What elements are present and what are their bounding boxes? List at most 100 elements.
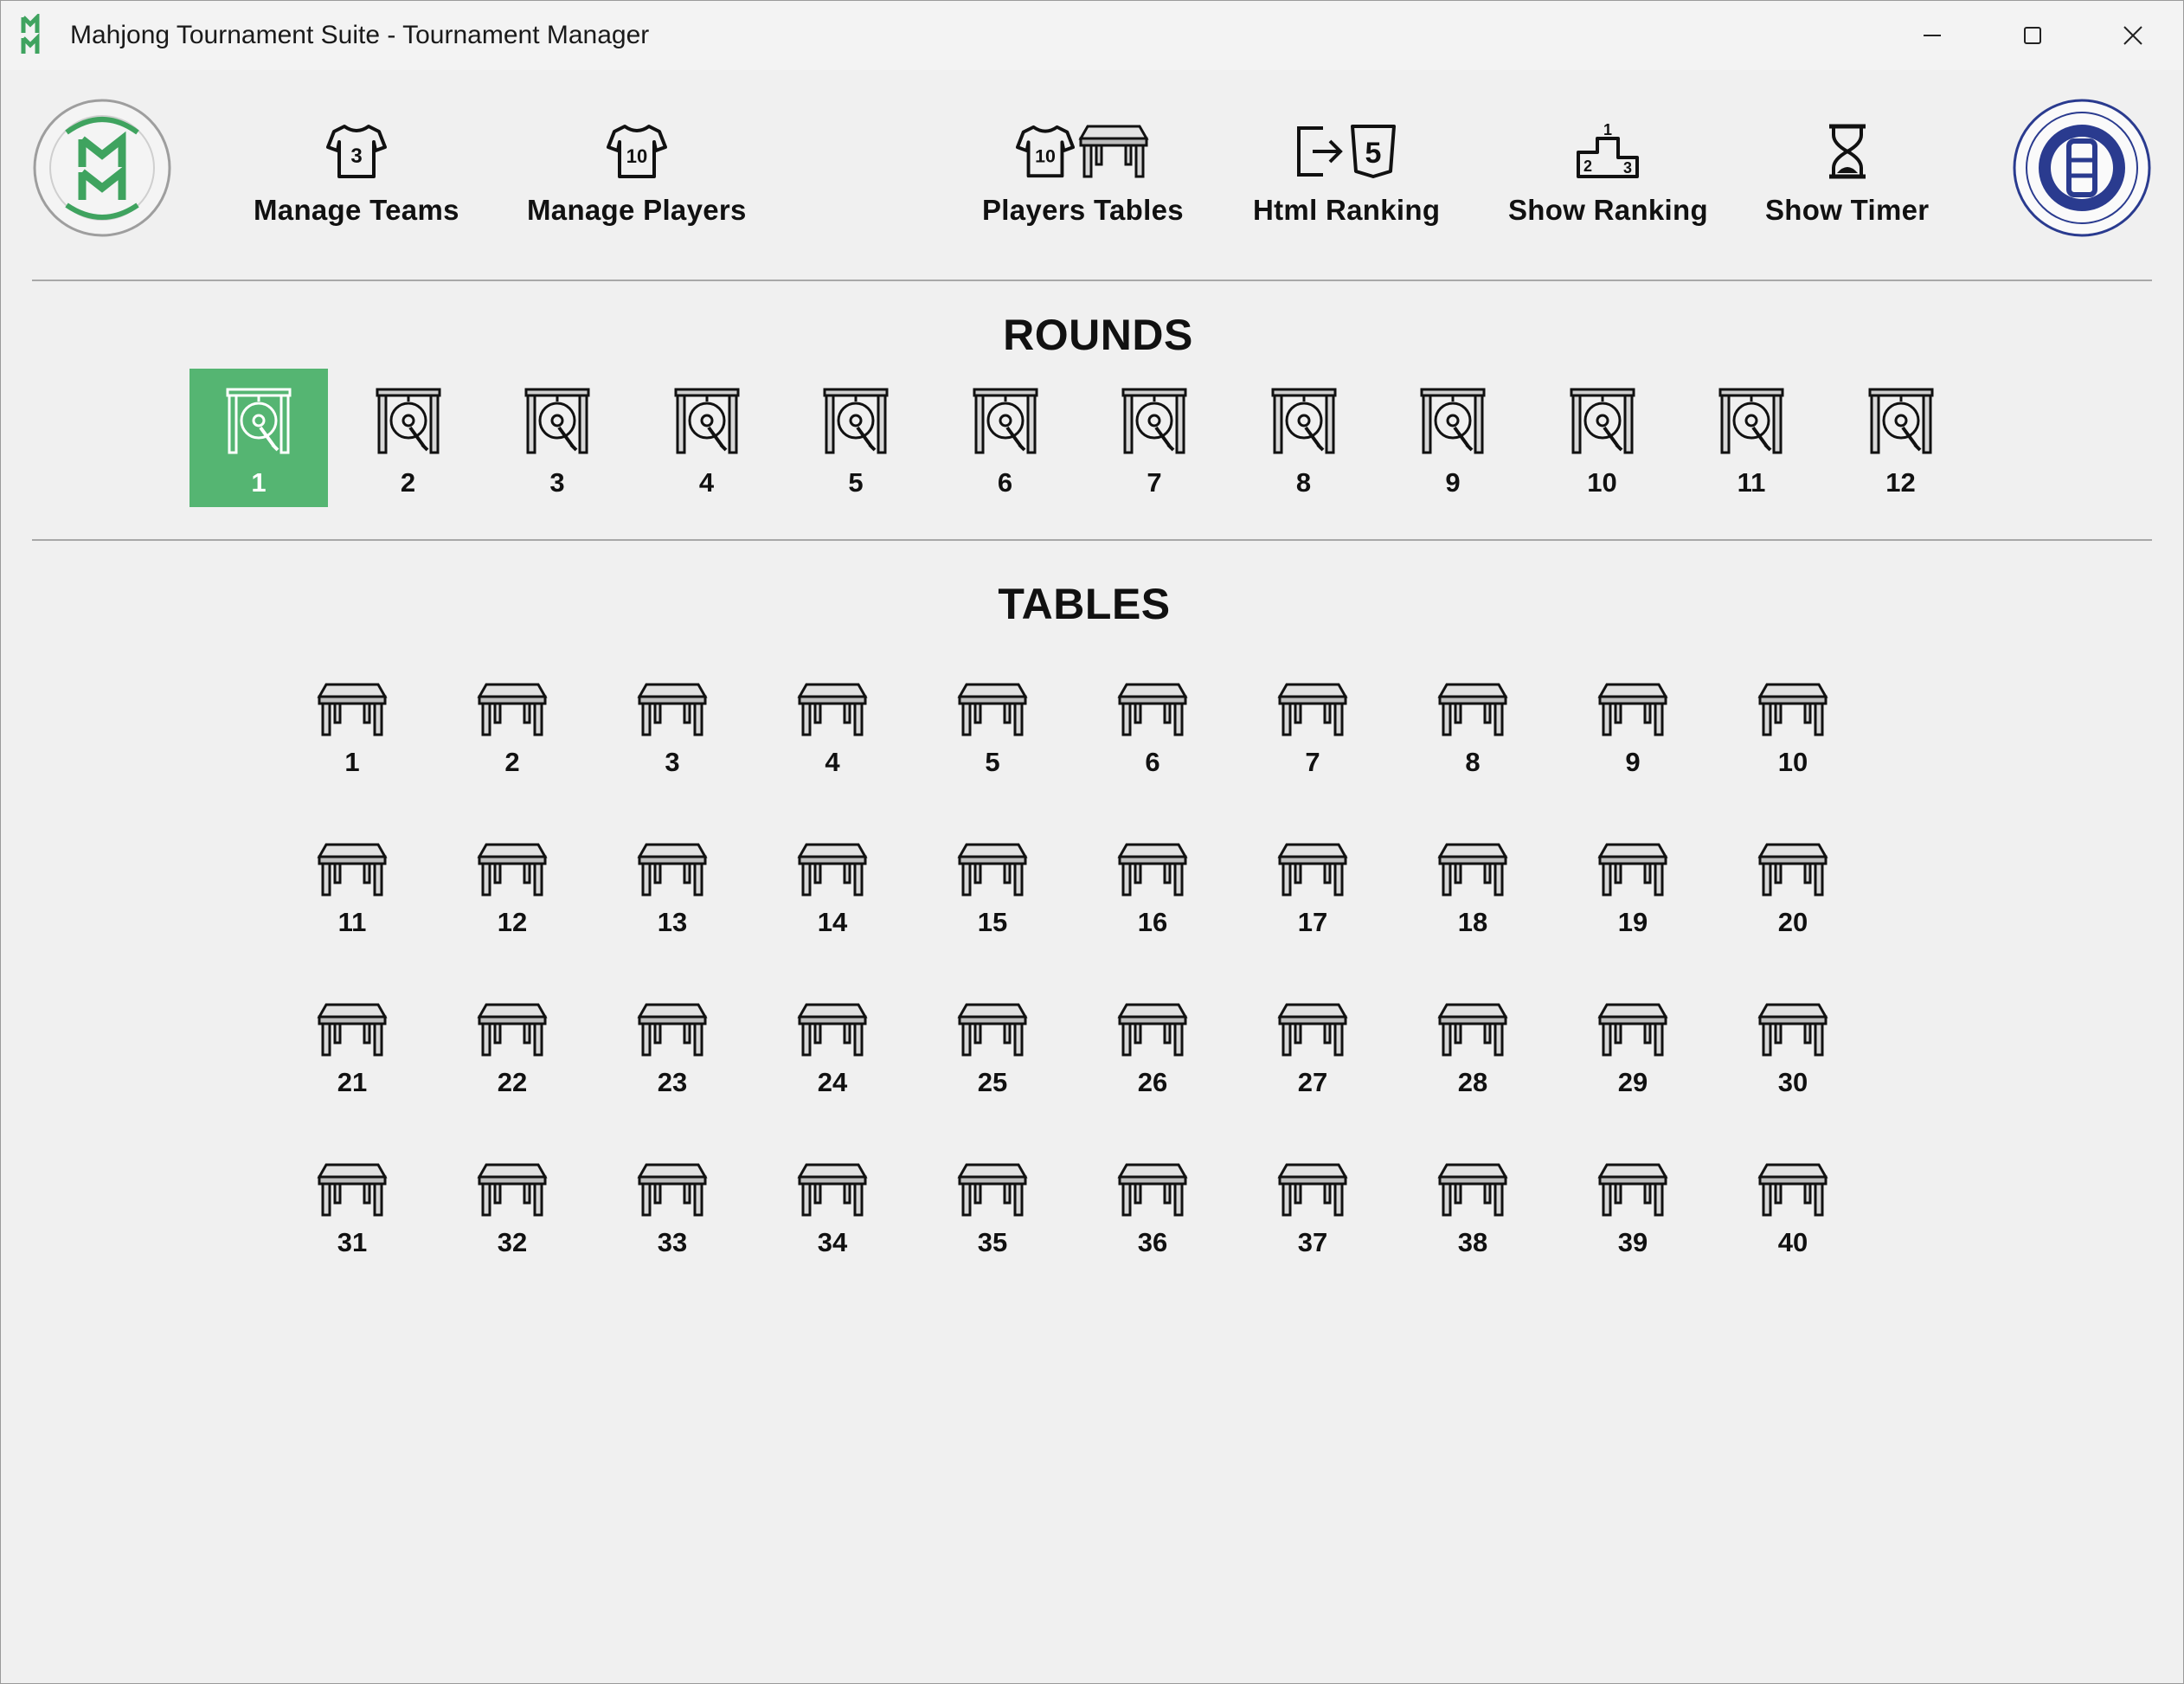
round-7-button[interactable]: 7 xyxy=(1085,369,1224,507)
round-11-button[interactable]: 11 xyxy=(1682,369,1821,507)
table-16-button[interactable]: 16 xyxy=(1083,841,1222,938)
table-40-button[interactable]: 40 xyxy=(1724,1161,1862,1258)
round-10-button[interactable]: 10 xyxy=(1533,369,1672,507)
table-17-button[interactable]: 17 xyxy=(1243,841,1382,938)
table-23-button[interactable]: 23 xyxy=(603,1001,742,1098)
table-34-button[interactable]: 34 xyxy=(763,1161,902,1258)
table-icon xyxy=(637,1163,708,1217)
table-icon xyxy=(1757,1003,1828,1057)
table-11-button[interactable]: 11 xyxy=(283,841,421,938)
table-label: 20 xyxy=(1777,907,1808,937)
round-3-button[interactable]: 3 xyxy=(488,369,626,507)
table-label: 32 xyxy=(497,1227,528,1257)
svg-text:3: 3 xyxy=(1623,159,1632,177)
table-label: 3 xyxy=(665,747,680,777)
round-1-button[interactable]: 1 xyxy=(189,369,328,507)
round-9-button[interactable]: 9 xyxy=(1384,369,1522,507)
table-29-button[interactable]: 29 xyxy=(1564,1001,1702,1098)
table-icon xyxy=(1078,125,1150,178)
round-2-button[interactable]: 2 xyxy=(339,369,478,507)
players-tables-label: Players Tables xyxy=(982,194,1184,226)
table-icon xyxy=(957,843,1028,897)
table-8-button[interactable]: 8 xyxy=(1404,681,1542,778)
table-icon xyxy=(1437,843,1508,897)
manage-players-button[interactable]: 10 Manage Players xyxy=(527,118,747,227)
table-icon xyxy=(797,843,868,897)
table-24-button[interactable]: 24 xyxy=(763,1001,902,1098)
table-13-button[interactable]: 13 xyxy=(603,841,742,938)
gong-icon xyxy=(823,388,889,454)
table-37-button[interactable]: 37 xyxy=(1243,1161,1382,1258)
manage-teams-button[interactable]: 3 Manage Teams xyxy=(254,118,459,227)
table-30-button[interactable]: 30 xyxy=(1724,1001,1862,1098)
players-tables-button[interactable]: 10 Players Tables xyxy=(982,118,1184,227)
round-5-button[interactable]: 5 xyxy=(787,369,925,507)
round-4-button[interactable]: 4 xyxy=(638,369,776,507)
table-1-button[interactable]: 1 xyxy=(283,681,421,778)
table-icon xyxy=(1117,1003,1188,1057)
table-10-button[interactable]: 10 xyxy=(1724,681,1862,778)
table-28-button[interactable]: 28 xyxy=(1404,1001,1542,1098)
html-ranking-button[interactable]: 5 Html Ranking xyxy=(1253,118,1440,227)
table-label: 7 xyxy=(1305,747,1320,777)
table-25-button[interactable]: 25 xyxy=(923,1001,1062,1098)
table-26-button[interactable]: 26 xyxy=(1083,1001,1222,1098)
table-20-button[interactable]: 20 xyxy=(1724,841,1862,938)
table-label: 39 xyxy=(1617,1227,1648,1257)
table-label: 36 xyxy=(1137,1227,1168,1257)
table-36-button[interactable]: 36 xyxy=(1083,1161,1222,1258)
round-label: 8 xyxy=(1295,467,1312,498)
maximize-button[interactable] xyxy=(1982,1,2083,70)
podium-icon: 2 1 3 xyxy=(1577,123,1640,178)
table-label: 6 xyxy=(1145,747,1160,777)
round-label: 6 xyxy=(997,467,1013,498)
table-35-button[interactable]: 35 xyxy=(923,1161,1062,1258)
table-33-button[interactable]: 33 xyxy=(603,1161,742,1258)
table-label: 38 xyxy=(1457,1227,1488,1257)
table-label: 1 xyxy=(344,747,360,777)
table-31-button[interactable]: 31 xyxy=(283,1161,421,1258)
table-icon xyxy=(1117,843,1188,897)
table-22-button[interactable]: 22 xyxy=(443,1001,581,1098)
table-7-button[interactable]: 7 xyxy=(1243,681,1382,778)
table-4-button[interactable]: 4 xyxy=(763,681,902,778)
close-button[interactable] xyxy=(2083,1,2183,70)
table-15-button[interactable]: 15 xyxy=(923,841,1062,938)
table-label: 14 xyxy=(817,907,848,937)
show-ranking-button[interactable]: 2 1 3 Show Ranking xyxy=(1508,118,1708,227)
table-label: 16 xyxy=(1137,907,1168,937)
table-label: 25 xyxy=(977,1067,1008,1097)
show-timer-button[interactable]: Show Timer xyxy=(1765,118,1929,227)
round-12-button[interactable]: 12 xyxy=(1832,369,1970,507)
table-2-button[interactable]: 2 xyxy=(443,681,581,778)
table-icon xyxy=(1757,1163,1828,1217)
round-6-button[interactable]: 6 xyxy=(936,369,1075,507)
manage-players-label: Manage Players xyxy=(527,194,747,226)
round-8-button[interactable]: 8 xyxy=(1235,369,1373,507)
table-5-button[interactable]: 5 xyxy=(923,681,1062,778)
table-27-button[interactable]: 27 xyxy=(1243,1001,1382,1098)
table-icon xyxy=(477,1163,548,1217)
table-21-button[interactable]: 21 xyxy=(283,1001,421,1098)
table-14-button[interactable]: 14 xyxy=(763,841,902,938)
table-32-button[interactable]: 32 xyxy=(443,1161,581,1258)
table-label: 33 xyxy=(657,1227,688,1257)
table-icon xyxy=(797,1163,868,1217)
table-icon xyxy=(1437,1003,1508,1057)
maximize-icon xyxy=(2024,27,2041,44)
table-icon xyxy=(1277,683,1348,736)
gong-icon xyxy=(1570,388,1635,454)
table-18-button[interactable]: 18 xyxy=(1404,841,1542,938)
table-19-button[interactable]: 19 xyxy=(1564,841,1702,938)
table-9-button[interactable]: 9 xyxy=(1564,681,1702,778)
table-38-button[interactable]: 38 xyxy=(1404,1161,1542,1258)
table-3-button[interactable]: 3 xyxy=(603,681,742,778)
table-icon xyxy=(317,683,388,736)
ema-logo-icon xyxy=(2013,99,2151,237)
table-6-button[interactable]: 6 xyxy=(1083,681,1222,778)
table-12-button[interactable]: 12 xyxy=(443,841,581,938)
table-39-button[interactable]: 39 xyxy=(1564,1161,1702,1258)
hourglass-icon xyxy=(1828,124,1866,179)
player-shirt-icon: 10 xyxy=(606,125,667,178)
minimize-button[interactable] xyxy=(1882,1,1982,70)
